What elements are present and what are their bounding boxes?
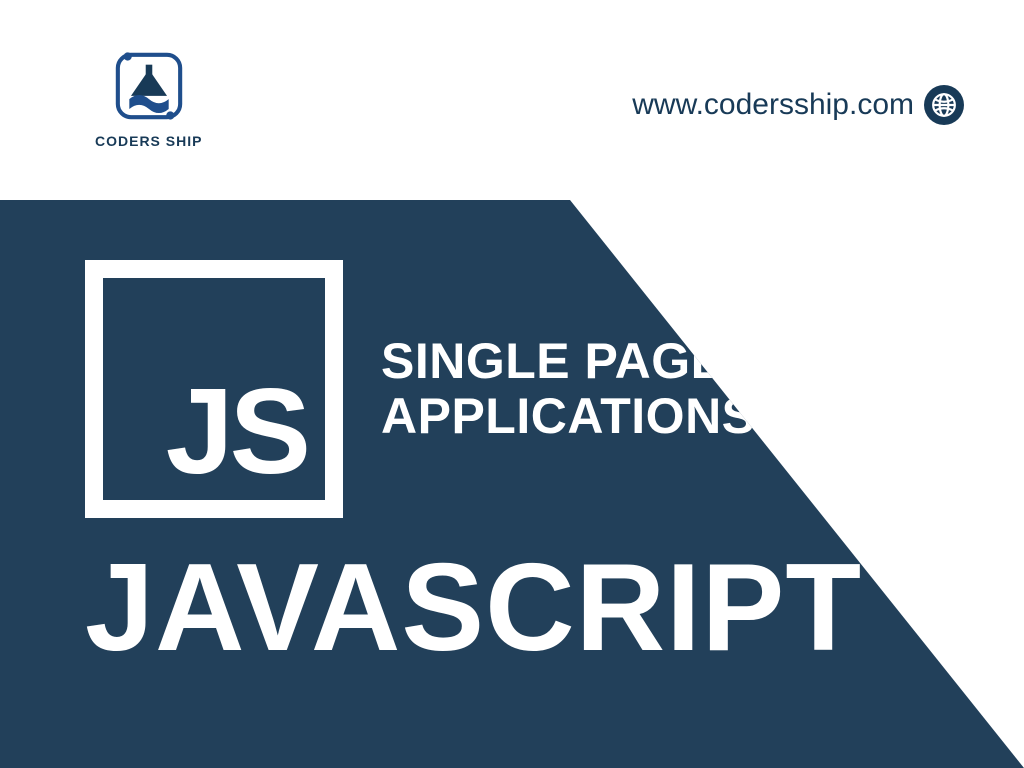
header: CODERS SHIP www.codersship.com [0,0,1024,200]
js-badge-text: JS [166,370,307,492]
hero-title: JAVASCRIPT [85,546,862,670]
ship-logo-icon [108,45,190,127]
hero-content: JS SINGLE PAGE APPLICATIONS JAVASCRIPT [85,260,862,670]
js-badge: JS [85,260,343,518]
globe-icon [924,85,964,125]
site-url-text: www.codersship.com [632,88,914,122]
subtitle-line-1: SINGLE PAGE [381,334,756,389]
brand-logo-block: CODERS SHIP [95,45,202,149]
hero-subtitle: SINGLE PAGE APPLICATIONS [381,334,756,444]
hero-panel: JS SINGLE PAGE APPLICATIONS JAVASCRIPT [0,200,1024,768]
site-url-block[interactable]: www.codersship.com [632,85,964,125]
badge-row: JS SINGLE PAGE APPLICATIONS [85,260,862,518]
brand-name: CODERS SHIP [95,133,202,149]
subtitle-line-2: APPLICATIONS [381,389,756,444]
